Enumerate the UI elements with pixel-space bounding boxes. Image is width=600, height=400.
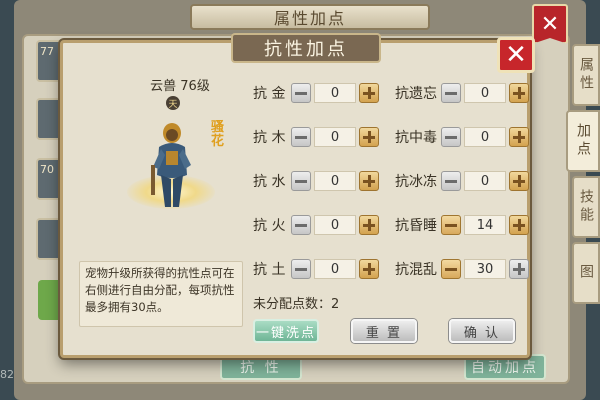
tab-illustration[interactable]: 图	[572, 242, 600, 304]
stat-row-fire: 抗 火 0	[253, 214, 379, 236]
stat-value: 0	[314, 259, 356, 279]
minus-icon	[295, 267, 307, 271]
stat-label: 抗昏睡	[395, 218, 437, 234]
increase-button[interactable]	[509, 259, 529, 279]
stat-value: 0	[464, 83, 506, 103]
stat-label: 抗冰冻	[395, 174, 437, 190]
tab-skills[interactable]: 技能	[572, 176, 600, 238]
stat-row-forget: 抗遗忘 0	[395, 82, 529, 104]
increase-button[interactable]	[359, 83, 379, 103]
minus-icon	[445, 179, 457, 183]
background-close-button[interactable]: ✕	[532, 4, 568, 44]
stat-row-metal: 抗 金 0	[253, 82, 379, 104]
decrease-button[interactable]	[291, 259, 311, 279]
pet-rank-badge: 天	[166, 96, 180, 110]
stat-value: 0	[314, 83, 356, 103]
tab-add-points[interactable]: 加点	[566, 110, 600, 172]
stat-label: 抗 火	[253, 218, 286, 234]
pet-name: 云兽 76级	[150, 79, 210, 94]
side-number: 82	[0, 368, 14, 381]
close-button[interactable]: ✕	[497, 37, 535, 73]
dialog-title: 抗性加点	[231, 33, 381, 63]
pet-figure-image	[151, 123, 191, 207]
increase-button[interactable]	[359, 127, 379, 147]
stat-value: 0	[314, 171, 356, 191]
decrease-button[interactable]	[441, 83, 461, 103]
background-title: 属性加点	[190, 4, 430, 30]
stat-row-earth: 抗 土 0	[253, 258, 379, 280]
stat-label: 抗混乱	[395, 262, 437, 278]
tab-attributes[interactable]: 属性	[572, 44, 600, 106]
stat-row-sleep: 抗昏睡 14	[395, 214, 529, 236]
stat-value: 0	[464, 171, 506, 191]
stat-label: 抗遗忘	[395, 86, 437, 102]
resistance-dialog: 抗性加点 ✕ 云兽 76级 天 骚 花 宠物升级所获得的抗性点可在右侧进行自由分…	[60, 33, 535, 358]
remaining-points: 未分配点数：2	[253, 297, 340, 312]
stat-row-freeze: 抗冰冻 0	[395, 170, 529, 192]
description-box: 宠物升级所获得的抗性点可在右侧进行自由分配，每项抗性最多拥有30点。	[79, 261, 243, 327]
increase-button[interactable]	[359, 215, 379, 235]
decrease-button[interactable]	[291, 127, 311, 147]
pet-tag: 骚 花	[211, 120, 225, 149]
minus-icon	[295, 135, 307, 139]
stat-label: 抗中毒	[395, 130, 437, 146]
stat-row-poison: 抗中毒 0	[395, 126, 529, 148]
minus-icon	[445, 135, 457, 139]
stat-value: 0	[314, 215, 356, 235]
stat-row-water: 抗 水 0	[253, 170, 379, 192]
minus-icon	[445, 267, 457, 271]
increase-button[interactable]	[359, 259, 379, 279]
decrease-button[interactable]	[291, 171, 311, 191]
stat-value: 30	[464, 259, 506, 279]
increase-button[interactable]	[509, 215, 529, 235]
minus-icon	[295, 91, 307, 95]
stat-label: 抗 金	[253, 86, 286, 102]
minus-icon	[445, 91, 457, 95]
decrease-button[interactable]	[441, 171, 461, 191]
reset-all-button[interactable]: 一键洗点	[253, 319, 319, 343]
decrease-button[interactable]	[291, 83, 311, 103]
increase-button[interactable]	[509, 127, 529, 147]
stat-label: 抗 土	[253, 262, 286, 278]
stat-row-confusion: 抗混乱 30	[395, 258, 529, 280]
stat-label: 抗 木	[253, 130, 286, 146]
stat-value: 14	[464, 215, 506, 235]
stat-value: 0	[464, 127, 506, 147]
decrease-button[interactable]	[441, 127, 461, 147]
stat-value: 0	[314, 127, 356, 147]
stat-label: 抗 水	[253, 174, 286, 190]
decrease-button[interactable]	[441, 215, 461, 235]
reset-button[interactable]: 重 置	[351, 319, 417, 343]
increase-button[interactable]	[509, 171, 529, 191]
confirm-button[interactable]: 确 认	[449, 319, 515, 343]
minus-icon	[295, 179, 307, 183]
increase-button[interactable]	[359, 171, 379, 191]
increase-button[interactable]	[509, 83, 529, 103]
decrease-button[interactable]	[291, 215, 311, 235]
minus-icon	[445, 223, 457, 227]
minus-icon	[295, 223, 307, 227]
decrease-button[interactable]	[441, 259, 461, 279]
stat-row-wood: 抗 木 0	[253, 126, 379, 148]
